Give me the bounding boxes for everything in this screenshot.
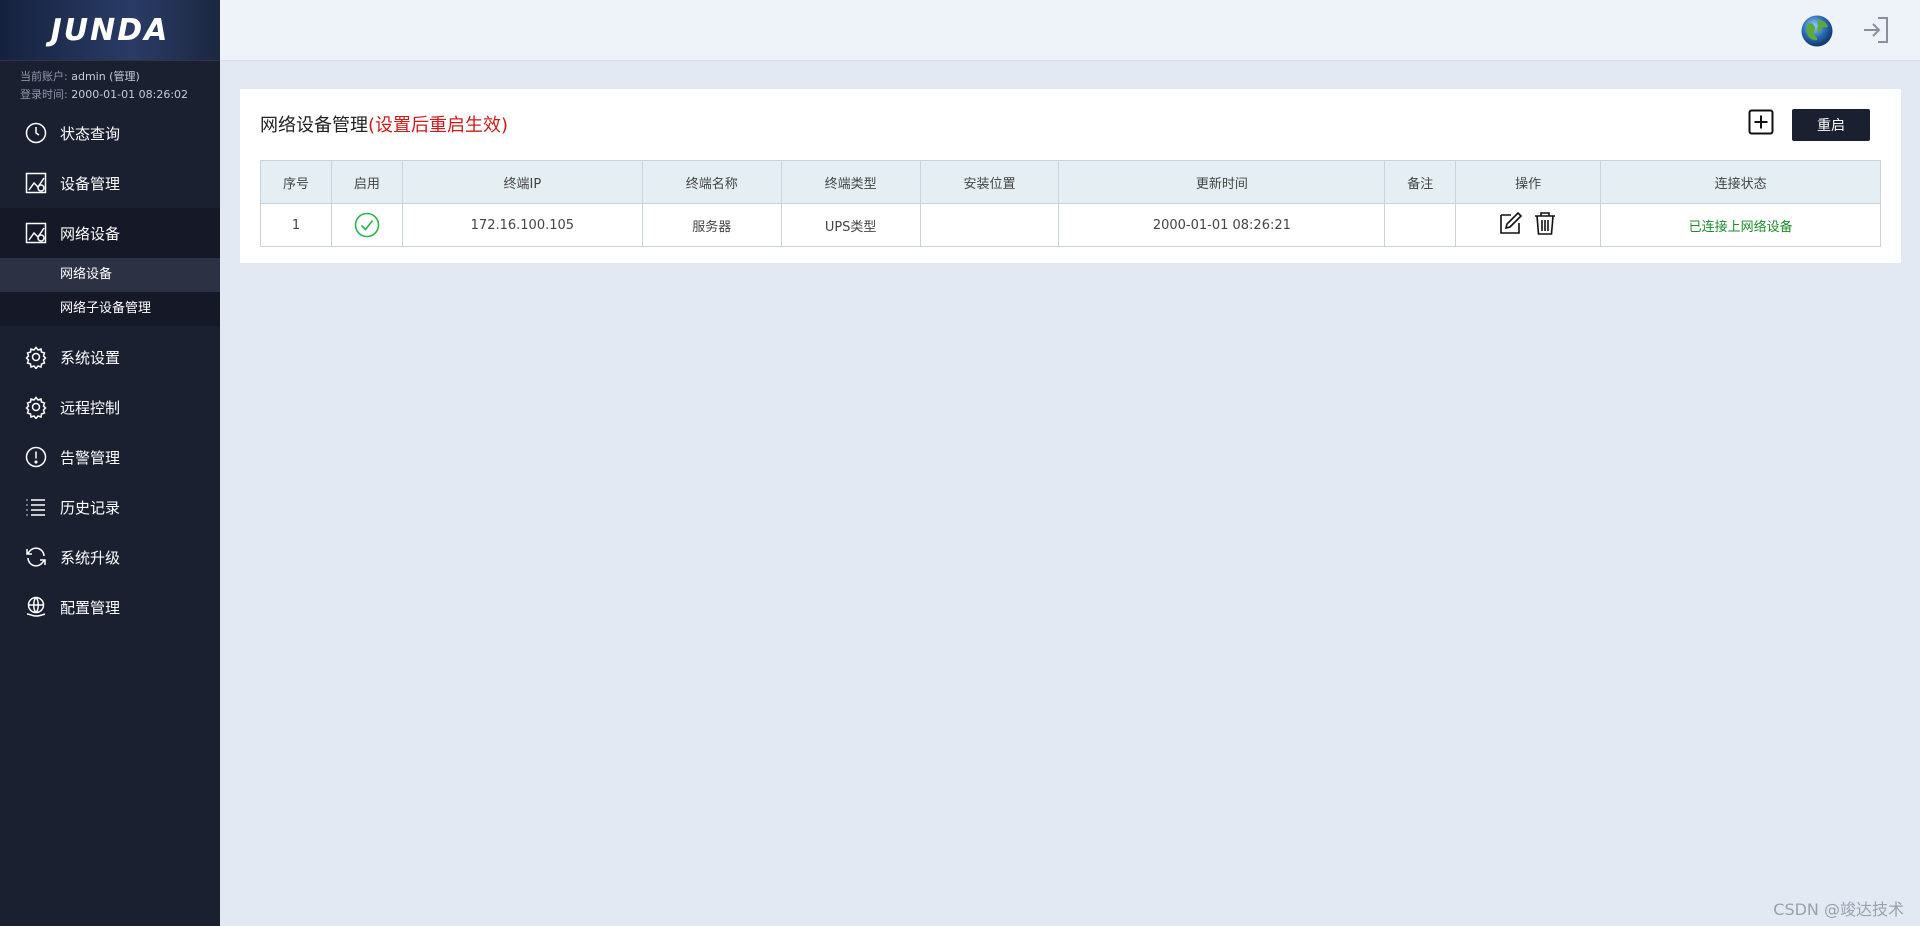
add-icon[interactable]: [1748, 109, 1774, 135]
sidebar: JUNDA 当前账户: admin (管理) 登录时间: 2000-01-01 …: [0, 0, 220, 926]
column-header-enabled: 启用: [330, 160, 403, 204]
network-submenu: 网络设备 网络子设备管理: [0, 258, 220, 326]
delete-icon[interactable]: [1532, 210, 1558, 236]
network-device-table: 序号 启用 终端IP 终端名称 终端类型 安装位置 更新时间 备注 操作 连接状…: [260, 160, 1881, 247]
sidebar-item-network-devices[interactable]: 网络设备: [0, 208, 220, 258]
page-title-text: 网络设备管理: [260, 115, 368, 136]
cell-updated: 2000-01-01 08:26:21: [1058, 203, 1386, 247]
cell-enabled: [330, 203, 403, 247]
edit-icon[interactable]: [1498, 210, 1524, 236]
sidebar-item-config-management[interactable]: 配置管理: [0, 582, 220, 632]
column-header-type: 终端类型: [780, 160, 921, 204]
sidebar-item-system-upgrade[interactable]: 系统升级: [0, 532, 220, 582]
current-account-value: admin (管理): [71, 70, 140, 83]
login-time-label: 登录时间:: [20, 88, 68, 101]
cell-location: [919, 203, 1060, 247]
cell-type: UPS类型: [780, 203, 921, 247]
watermark: CSDN @竣达技术: [1773, 900, 1904, 919]
submenu-item-network-subdevices[interactable]: 网络子设备管理: [0, 292, 220, 326]
current-account-label: 当前账户:: [20, 70, 68, 83]
sidebar-item-label: 告警管理: [60, 448, 121, 467]
alert-icon: [24, 445, 48, 469]
refresh-icon: [24, 545, 48, 569]
table-row: 1 172.16.100.105 服务器 UPS类型 2000-01-01 08…: [260, 203, 1881, 247]
network-chart-icon: [24, 221, 48, 245]
sidebar-item-label: 网络设备: [60, 224, 121, 243]
sidebar-item-status[interactable]: 状态查询: [0, 108, 220, 158]
submenu-item-network-devices[interactable]: 网络设备: [0, 258, 220, 292]
gear-icon: [24, 345, 48, 369]
logo-text: JUNDA: [50, 12, 170, 48]
sidebar-item-label: 系统升级: [60, 548, 121, 567]
cell-remark: [1384, 203, 1457, 247]
restart-button[interactable]: 重启: [1792, 109, 1870, 141]
globe-icon[interactable]: [1800, 14, 1834, 48]
page-title-note: (设置后重启生效): [368, 115, 509, 136]
account-info: 当前账户: admin (管理) 登录时间: 2000-01-01 08:26:…: [0, 61, 220, 108]
sidebar-item-alarm-management[interactable]: 告警管理: [0, 432, 220, 482]
column-header-remark: 备注: [1384, 160, 1457, 204]
cell-index: 1: [260, 203, 332, 247]
sidebar-item-system-settings[interactable]: 系统设置: [0, 332, 220, 382]
top-bar: [220, 0, 1920, 61]
sidebar-item-label: 历史记录: [60, 498, 121, 517]
globe-hand-icon: [24, 595, 48, 619]
column-header-updated: 更新时间: [1058, 160, 1386, 204]
logout-icon[interactable]: [1860, 14, 1892, 46]
column-header-ip: 终端IP: [401, 160, 643, 204]
sidebar-item-remote-control[interactable]: 远程控制: [0, 382, 220, 432]
sidebar-item-label: 系统设置: [60, 348, 121, 367]
gear-icon: [24, 395, 48, 419]
brand-logo: JUNDA: [0, 0, 220, 61]
sidebar-item-label: 状态查询: [60, 124, 121, 143]
list-icon: [24, 495, 48, 519]
login-time-value: 2000-01-01 08:26:02: [71, 88, 189, 101]
sidebar-item-label: 远程控制: [60, 398, 121, 417]
page-title: 网络设备管理(设置后重启生效): [260, 111, 508, 137]
cell-actions: [1455, 203, 1602, 247]
sidebar-menu: 状态查询 设备管理 网络设备 网络设备 网络子设备管理 系统设置 远程控制 告警…: [0, 108, 220, 632]
cell-connection-status: 已连接上网络设备: [1600, 203, 1881, 247]
network-device-panel: 网络设备管理(设置后重启生效) 重启 序号 启用 终端IP 终端名称 终端类型 …: [240, 89, 1901, 263]
sidebar-item-label: 设备管理: [60, 174, 121, 193]
column-header-name: 终端名称: [641, 160, 782, 204]
table-header-row: 序号 启用 终端IP 终端名称 终端类型 安装位置 更新时间 备注 操作 连接状…: [260, 160, 1881, 204]
column-header-status: 连接状态: [1600, 160, 1881, 204]
sidebar-item-label: 配置管理: [60, 598, 121, 617]
column-header-index: 序号: [260, 160, 332, 204]
clock-icon: [24, 121, 48, 145]
column-header-location: 安装位置: [919, 160, 1060, 204]
enabled-check-icon[interactable]: [354, 212, 380, 238]
cell-name: 服务器: [641, 203, 782, 247]
sidebar-item-history[interactable]: 历史记录: [0, 482, 220, 532]
column-header-actions: 操作: [1455, 160, 1602, 204]
device-chart-icon: [24, 171, 48, 195]
sidebar-item-device-management[interactable]: 设备管理: [0, 158, 220, 208]
cell-ip: 172.16.100.105: [401, 203, 643, 247]
